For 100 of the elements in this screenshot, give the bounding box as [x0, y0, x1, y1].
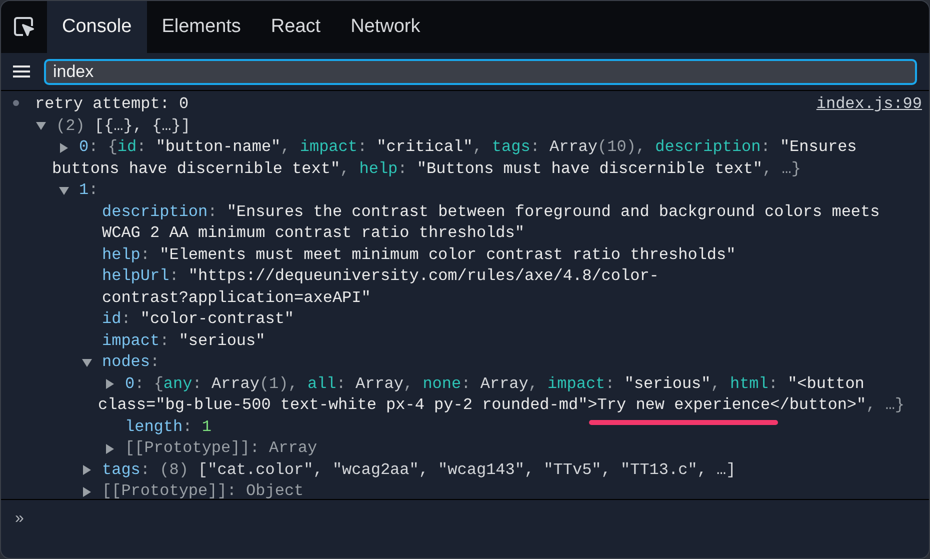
expand-triangle-icon[interactable] [82, 465, 92, 476]
property-key: tags [102, 460, 140, 481]
punctuation: : [461, 374, 472, 394]
punctuation: : [250, 438, 260, 459]
expand-triangle-icon[interactable] [105, 444, 115, 454]
string-value: "Elements must meet minimum color contrast ratio thresholds" [160, 244, 736, 266]
punctuation: , …} [866, 395, 905, 416]
punctuation: : [208, 202, 218, 222]
punctuation: , [280, 137, 292, 158]
property-key: nodes [102, 352, 150, 374]
punctuation: : [605, 374, 616, 394]
punctuation: : [336, 374, 347, 394]
cursor-in-square-icon[interactable] [13, 16, 35, 38]
menu-icon[interactable] [13, 65, 30, 78]
type-label: (8) [160, 460, 190, 480]
punctuation: , …} [762, 158, 801, 180]
punctuation: , [472, 137, 484, 158]
type-label: Array [269, 438, 318, 459]
tab[interactable]: Elements [146, 1, 256, 53]
string-value: "https://dequeuniversity.com/rules/axe/4.8/color- [188, 266, 659, 287]
source-link[interactable]: index.js:99 [816, 94, 922, 116]
punctuation: : [160, 330, 170, 352]
punctuation: : [192, 374, 203, 394]
punctuation: , [528, 374, 539, 394]
expand-triangle-icon[interactable] [82, 486, 92, 497]
string-value: "serious" [624, 374, 711, 394]
index-key: 0 [125, 374, 135, 395]
punctuation: : [760, 137, 772, 158]
string-value: "<button [788, 374, 864, 394]
property-key: description [102, 202, 208, 223]
punctuation: , [636, 137, 647, 158]
index-key: 0 [79, 137, 89, 158]
value-text: Array [480, 374, 528, 394]
property-key: impact [102, 330, 160, 352]
property-key: html [730, 374, 768, 395]
log-message: retry attempt: 0 [35, 94, 189, 115]
property-key: length [125, 416, 183, 438]
punctuation: : [530, 137, 541, 158]
expand-triangle-icon[interactable] [105, 379, 115, 390]
value-text: ["cat.color", "wcag2aa", "wcag143", "TTv5", "TT13.c", …] [198, 460, 736, 480]
type-label: (1) [259, 374, 288, 394]
bullet-icon [13, 100, 19, 106]
property-key: impact [300, 137, 358, 158]
property-key: all [307, 374, 336, 395]
punctuation: : [226, 481, 238, 499]
string-value: "critical" [376, 137, 473, 158]
value-text: [{…}, {…}] [94, 116, 190, 136]
property-key: tags [492, 137, 530, 158]
property-key: none [422, 374, 462, 395]
value-text: Array [355, 374, 404, 394]
punctuation: : [88, 180, 98, 201]
punctuation: : [150, 352, 160, 373]
filter-field[interactable]: index [44, 58, 917, 84]
type-label: (10) [598, 137, 636, 158]
punctuation: : [398, 158, 408, 180]
string-value: class="bg-blue-500 text-white px-4 py-2 rounded-md"> [98, 395, 598, 416]
collapse-triangle-icon[interactable] [82, 358, 92, 368]
punctuation: : [136, 137, 148, 158]
prompt-symbol[interactable]: » [15, 510, 24, 527]
type-label: (2) [56, 116, 86, 136]
index-key: 1 [79, 180, 89, 202]
property-key: id [117, 137, 137, 158]
string-value: "button-name" [156, 137, 281, 158]
string-value: "Buttons must have discernible text" [416, 158, 763, 180]
collapse-triangle-icon[interactable] [59, 186, 69, 196]
punctuation: : [121, 309, 132, 330]
collapse-triangle-icon[interactable] [36, 121, 46, 132]
value-text: Array [550, 137, 598, 158]
type-label: [[Prototype]] [102, 481, 227, 499]
string-value: buttons have discernible text" [52, 158, 340, 180]
punctuation: , [340, 158, 351, 180]
property-key: help [359, 158, 398, 180]
punctuation: , [288, 374, 299, 394]
tab[interactable]: React [256, 1, 336, 53]
type-label: [[Prototype]] [125, 438, 250, 459]
punctuation: : [140, 460, 152, 480]
property-key: impact [548, 374, 606, 395]
punctuation: , [404, 374, 414, 394]
property-key: helpUrl [102, 266, 170, 288]
punctuation: : [182, 416, 194, 438]
expand-triangle-icon[interactable] [59, 142, 69, 153]
property-key: help [102, 244, 140, 266]
string-value: </button>" [770, 395, 866, 416]
string-value: "Ensures the contrast between foreground and background colors meets [226, 202, 880, 222]
type-label: Object [246, 481, 304, 499]
tab[interactable]: Console [47, 1, 147, 53]
string-value: contrast?application=axeAPI" [102, 288, 371, 308]
punctuation: : [169, 266, 180, 287]
string-value: WCAG 2 AA minimum contrast ratio thresholds" [102, 223, 524, 244]
punctuation: : [140, 244, 152, 266]
punctuation: , [710, 374, 722, 394]
number-value: 1 [202, 416, 212, 438]
property-key: id [102, 309, 122, 330]
string-value: Try new experience [597, 395, 770, 416]
property-key: description [655, 137, 761, 158]
tab[interactable]: Network [336, 1, 436, 53]
string-value: "serious" [178, 330, 266, 352]
punctuation: : { [88, 137, 118, 158]
value-text: Array [211, 374, 260, 394]
string-value: "color-contrast" [140, 309, 294, 330]
